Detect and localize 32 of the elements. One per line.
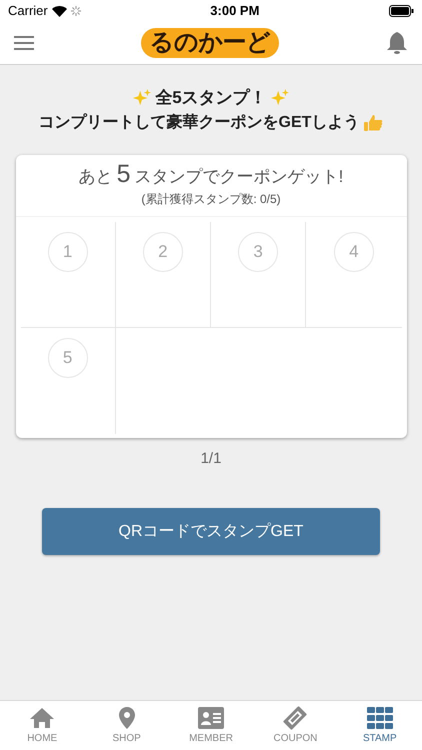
qr-stamp-button[interactable]: QRコードでスタンプGET bbox=[42, 508, 380, 555]
tab-bar-item[interactable]: HOME bbox=[0, 701, 84, 750]
remaining-prefix: あと bbox=[78, 166, 113, 188]
menu-icon[interactable] bbox=[14, 35, 34, 51]
grid-icon bbox=[366, 706, 393, 730]
app-logo: るのかーど bbox=[141, 28, 278, 58]
tab-bar-item[interactable]: MEMBER bbox=[168, 701, 254, 750]
stamp-slot: 1 bbox=[48, 232, 88, 272]
sparkle-icon bbox=[133, 88, 152, 107]
battery-icon bbox=[389, 5, 414, 17]
stamp-slot: 4 bbox=[334, 232, 374, 272]
stamp-slot: 3 bbox=[238, 232, 278, 272]
sparkle-icon bbox=[270, 88, 289, 107]
wifi-icon bbox=[52, 6, 67, 16]
stamp-slot: 2 bbox=[142, 232, 183, 272]
bell-icon[interactable] bbox=[386, 31, 408, 55]
tab-bar-item[interactable]: COUPON bbox=[253, 701, 338, 750]
id-card-icon bbox=[198, 706, 224, 730]
page-indicator: 1/1 bbox=[200, 448, 222, 468]
tab-bar-item[interactable]: STAMP bbox=[338, 701, 422, 750]
stamp-slot: 5 bbox=[48, 338, 88, 378]
intro-text: コンプリートして豪華クーポンをGETしよう bbox=[38, 112, 360, 132]
house-icon bbox=[29, 706, 56, 730]
tab-bar-item[interactable]: SHOP bbox=[84, 701, 169, 750]
intro-title: 全5スタンプ！ bbox=[155, 87, 267, 109]
remaining-count: 5 bbox=[116, 162, 131, 188]
remaining-suffix: スタンプでクーポンゲット! bbox=[134, 166, 344, 188]
carrier-label: Carrier bbox=[8, 2, 48, 20]
stamp-total: (累計獲得スタンプ数: 0/5) bbox=[141, 190, 281, 208]
spinner-icon bbox=[70, 6, 81, 16]
clock-time: 3:00 PM bbox=[210, 2, 260, 20]
thumbs-up-icon bbox=[363, 112, 384, 132]
